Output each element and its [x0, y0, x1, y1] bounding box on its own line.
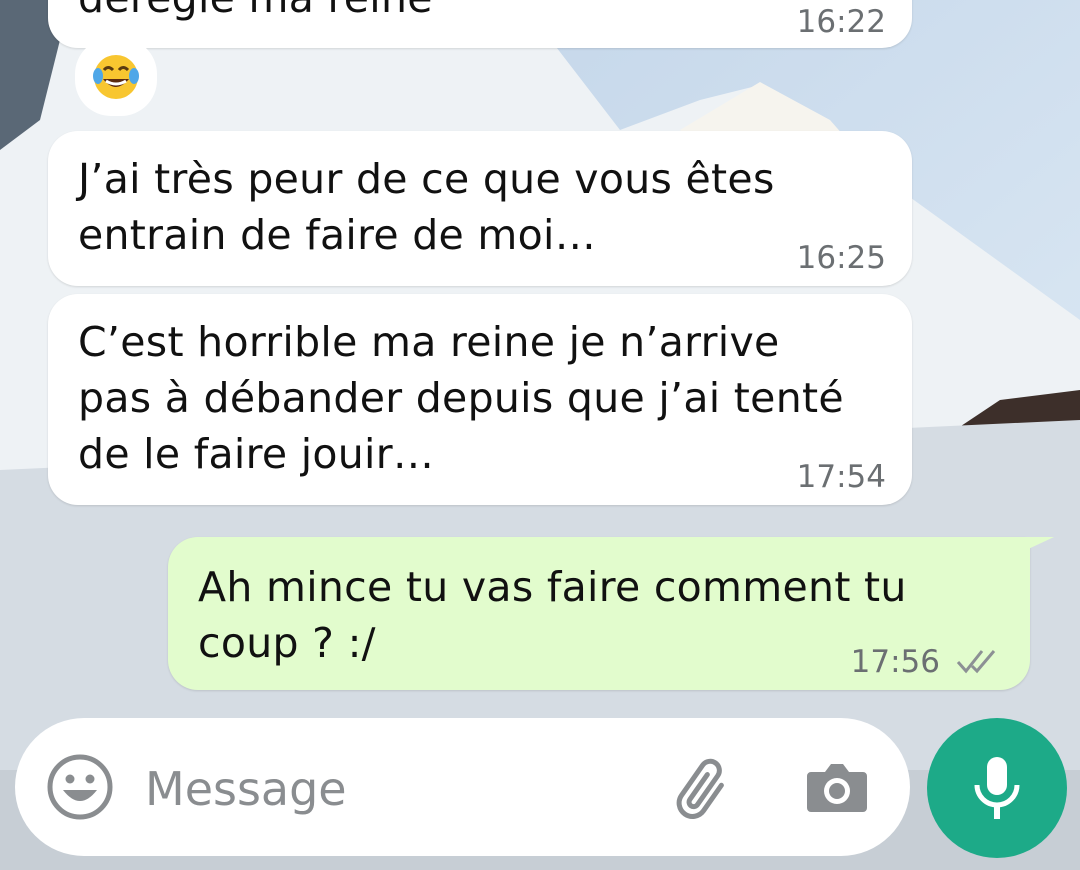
paperclip-icon[interactable] — [670, 754, 742, 826]
message-time: 17:56 — [850, 644, 940, 680]
outgoing-message[interactable]: Ah mince tu vas faire comment tu coup ? … — [168, 537, 1030, 690]
message-input[interactable]: Message — [145, 762, 347, 816]
message-text: C’est horrible ma reine je n’arrive pas … — [78, 318, 844, 478]
message-text: déréglé ma reine — [78, 0, 433, 26]
voice-message-button[interactable] — [927, 718, 1067, 858]
outgoing-bubble-tail — [1024, 537, 1054, 551]
face-with-tears-of-joy-icon — [93, 55, 139, 99]
incoming-message[interactable]: déréglé ma reine 16:22 — [48, 0, 912, 48]
camera-icon[interactable] — [805, 758, 869, 816]
message-time: 17:54 — [796, 459, 886, 495]
emoji-icon[interactable] — [47, 754, 113, 820]
message-time: 16:22 — [796, 4, 886, 40]
message-text: J’ai très peur de ce que vous êtes entra… — [78, 155, 775, 259]
message-text: Ah mince tu vas faire comment tu coup ? … — [198, 563, 907, 667]
incoming-message[interactable]: J’ai très peur de ce que vous êtes entra… — [48, 131, 912, 286]
microphone-icon — [974, 757, 1020, 819]
incoming-message[interactable]: C’est horrible ma reine je n’arrive pas … — [48, 294, 912, 505]
message-composer[interactable]: Message — [15, 718, 910, 856]
message-time: 16:25 — [796, 240, 886, 276]
reaction-bubble[interactable] — [75, 38, 157, 116]
read-double-check-icon — [956, 650, 996, 674]
